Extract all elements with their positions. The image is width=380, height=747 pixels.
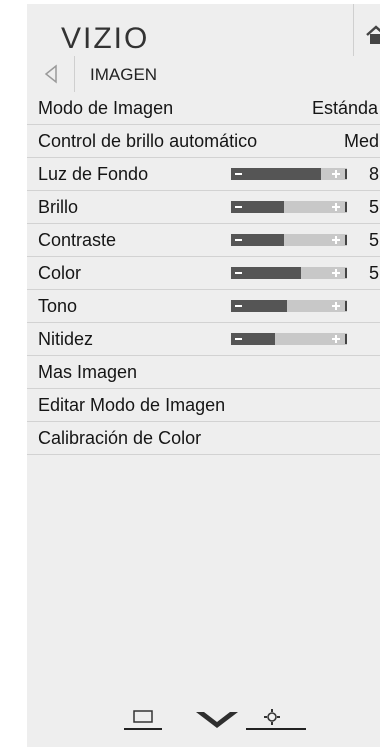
minus-icon (235, 305, 242, 307)
minus-icon (235, 338, 242, 340)
slider-end-mark (345, 268, 347, 278)
menu-item-label: Luz de Fondo (38, 164, 149, 184)
brillo-slider[interactable] (231, 201, 347, 213)
plus-icon-vertical (335, 269, 337, 277)
plus-icon-vertical (335, 302, 337, 310)
menu-item-modo-de-imagen[interactable]: Modo de Imagen Estánda (27, 92, 380, 125)
menu-item-label: Contraste (38, 230, 117, 250)
menu-item-mas-imagen[interactable]: Mas Imagen (27, 356, 380, 389)
menu-item-value: Medi (344, 131, 380, 151)
tono-slider[interactable] (231, 300, 347, 312)
menu-item-nitidez[interactable]: Nitidez (27, 323, 380, 356)
minus-icon (235, 206, 242, 208)
plus-icon-vertical (335, 170, 337, 178)
menu-item-value: Estánda (312, 98, 379, 118)
menu-item-value: 5 (369, 230, 380, 250)
menu-item-brillo[interactable]: Brillo 5 (27, 191, 380, 224)
home-icon[interactable] (365, 24, 380, 46)
menu-item-value: 8 (369, 164, 380, 184)
menu-item-label: Brillo (38, 197, 79, 217)
breadcrumb-title: IMAGEN (90, 65, 158, 84)
slider-end-mark (345, 202, 347, 212)
slider-fill (231, 168, 322, 180)
menu-item-label: Nitidez (38, 329, 94, 349)
plus-icon-vertical (335, 203, 337, 211)
slider-end-mark (345, 169, 347, 179)
slider-end-mark (345, 334, 347, 344)
menu-item-label: Mas Imagen (38, 362, 138, 382)
settings-gear-icon[interactable] (246, 706, 306, 737)
slider-end-mark (345, 235, 347, 245)
settings-panel: VIZIO IMAGEN Modo de Imagen Estánda Cont… (27, 4, 380, 747)
back-arrow-icon[interactable] (38, 62, 66, 86)
menu-item-calibracion[interactable]: Calibración de Color (27, 422, 380, 455)
breadcrumb: IMAGEN (27, 56, 380, 93)
footer-bar (27, 704, 380, 747)
menu-item-label: Color (38, 263, 82, 283)
menu-item-label: Calibración de Color (38, 428, 202, 448)
menu-item-label: Editar Modo de Imagen (38, 395, 226, 415)
vizio-v-icon[interactable] (194, 709, 240, 736)
header-bar: VIZIO (27, 4, 380, 57)
header-divider (353, 4, 354, 56)
menu-item-contraste[interactable]: Contraste 5 (27, 224, 380, 257)
nitidez-slider[interactable] (231, 333, 347, 345)
color-slider[interactable] (231, 267, 347, 279)
minus-icon (235, 272, 242, 274)
menu-item-editar-modo[interactable]: Editar Modo de Imagen (27, 389, 380, 422)
menu-item-value: 5 (369, 263, 380, 283)
menu-item-color[interactable]: Color 5 (27, 257, 380, 290)
vizio-logo: VIZIO (61, 22, 150, 55)
menu-item-tono[interactable]: Tono (27, 290, 380, 323)
minus-icon (235, 239, 242, 241)
slider-end-mark (345, 301, 347, 311)
plus-icon-vertical (335, 236, 337, 244)
menu-item-label: Modo de Imagen (38, 98, 174, 118)
minus-icon (235, 173, 242, 175)
breadcrumb-divider (74, 56, 75, 92)
menu-item-value: 5 (369, 197, 380, 217)
menu-item-luz-de-fondo[interactable]: Luz de Fondo 8 (27, 158, 380, 191)
menu-list: Modo de Imagen Estánda Control de brillo… (27, 92, 380, 455)
plus-icon-vertical (335, 335, 337, 343)
contraste-slider[interactable] (231, 234, 347, 246)
input-icon[interactable] (124, 706, 162, 737)
menu-item-label: Tono (38, 296, 78, 316)
menu-item-control-de-brillo[interactable]: Control de brillo automático Medi (27, 125, 380, 158)
menu-item-label: Control de brillo automático (38, 131, 258, 151)
luz-de-fondo-slider[interactable] (231, 168, 347, 180)
